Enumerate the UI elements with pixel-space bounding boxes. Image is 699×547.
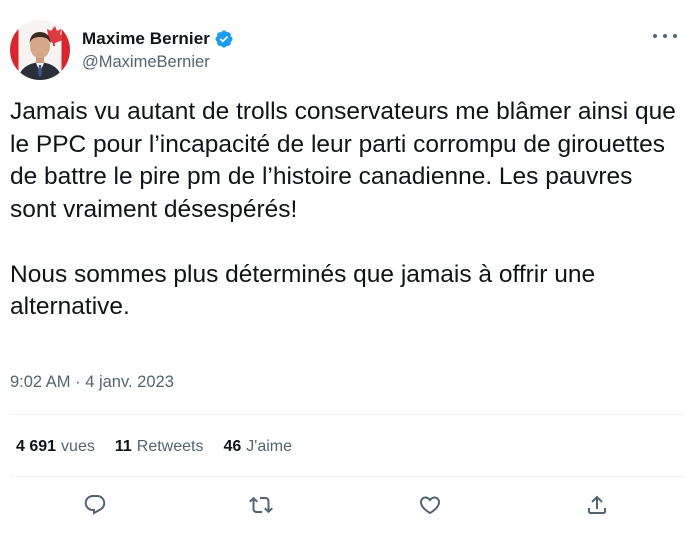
views-count: 4 691 <box>16 438 57 455</box>
profile-photo-icon <box>18 26 64 80</box>
likes-label: J'aime <box>246 438 292 455</box>
more-dot <box>673 34 677 38</box>
retweets-label: Retweets <box>136 438 204 455</box>
author-names: Maxime Bernier @MaximeBernier <box>82 29 234 72</box>
tweet-timestamp[interactable]: 9:02 AM · 4 janv. 2023 <box>10 373 174 392</box>
like-button[interactable] <box>415 490 445 520</box>
tweet-header: Maxime Bernier @MaximeBernier <box>10 19 234 81</box>
more-dot <box>663 34 667 38</box>
tweet-card: Maxime Bernier @MaximeBernier Jamais vu … <box>0 0 699 547</box>
retweet-icon <box>249 496 273 514</box>
display-name[interactable]: Maxime Bernier <box>82 29 210 49</box>
reply-button[interactable] <box>80 490 110 520</box>
verified-badge-icon <box>214 29 234 49</box>
author-handle[interactable]: @MaximeBernier <box>82 53 234 72</box>
divider <box>10 476 685 477</box>
more-options-icon[interactable] <box>653 29 677 43</box>
divider <box>10 414 685 415</box>
avatar[interactable] <box>10 20 70 80</box>
likes-count: 46 <box>223 438 242 455</box>
retweet-button[interactable] <box>246 490 276 520</box>
more-dot <box>653 34 657 38</box>
action-bar <box>0 490 699 520</box>
engagement-stats: 4 691 vues 11 Retweets 46 J'aime <box>16 438 312 456</box>
views-stat[interactable]: 4 691 vues <box>16 438 95 456</box>
retweets-count: 11 <box>114 438 132 455</box>
views-label: vues <box>61 438 95 455</box>
share-button[interactable] <box>582 490 612 520</box>
display-name-row: Maxime Bernier <box>82 29 234 49</box>
likes-stat[interactable]: 46 J'aime <box>223 438 292 456</box>
share-icon <box>588 495 606 514</box>
heart-icon <box>419 496 441 515</box>
tweet-text: Jamais vu autant de trolls conservateurs… <box>10 98 676 320</box>
retweets-stat[interactable]: 11 Retweets <box>115 438 204 456</box>
reply-icon <box>84 495 106 515</box>
